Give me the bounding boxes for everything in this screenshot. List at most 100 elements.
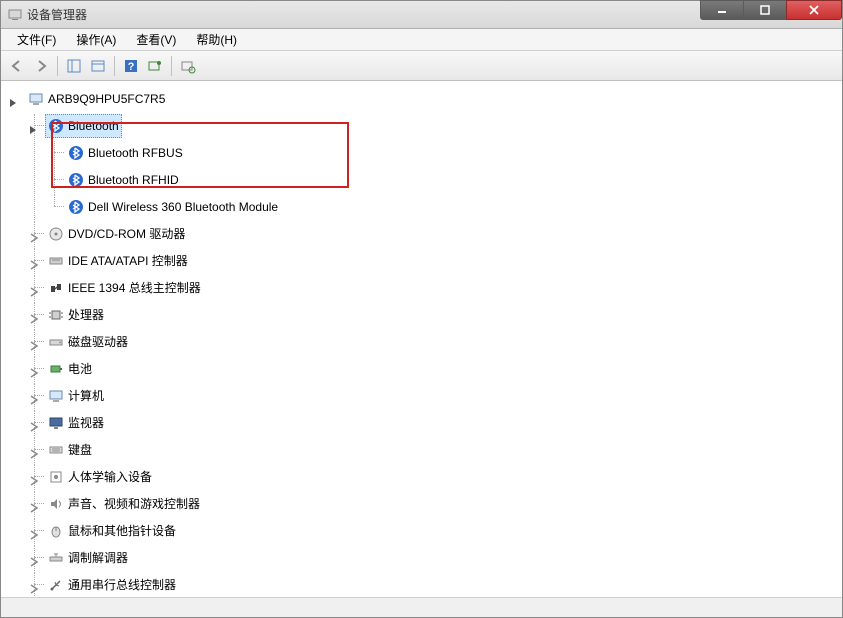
device-tree: ARB9Q9HPU5FC7R5 Bluetooth — [5, 87, 838, 597]
tree-category[interactable]: 调制解调器 — [25, 546, 838, 573]
tree-category[interactable]: 磁盘驱动器 — [25, 330, 838, 357]
forward-button[interactable] — [29, 55, 53, 77]
svg-text:?: ? — [128, 61, 135, 73]
mouse-icon — [48, 523, 64, 539]
tree-node-label: Bluetooth — [68, 115, 119, 137]
expand-icon[interactable] — [29, 228, 39, 238]
tree-node-label: 电池 — [68, 358, 92, 380]
tree-category[interactable]: 人体学输入设备 — [25, 465, 838, 492]
tree-node-label: 处理器 — [68, 304, 104, 326]
expand-icon[interactable] — [29, 552, 39, 562]
toolbar-separator — [57, 56, 58, 76]
sound-icon — [48, 496, 64, 512]
keyboard-icon — [48, 442, 64, 458]
ieee1394-icon — [48, 280, 64, 296]
tree-category[interactable]: 鼠标和其他指针设备 — [25, 519, 838, 546]
tree-node-label: 计算机 — [68, 385, 104, 407]
usb-icon — [48, 577, 64, 593]
tree-node-label: 磁盘驱动器 — [68, 331, 128, 353]
tree-node-label: Bluetooth RFBUS — [88, 142, 183, 164]
modem-icon — [48, 550, 64, 566]
expand-icon[interactable] — [29, 525, 39, 535]
show-hide-tree-button[interactable] — [62, 55, 86, 77]
computer-icon — [28, 91, 44, 107]
close-button[interactable] — [786, 0, 842, 20]
menu-file[interactable]: 文件(F) — [7, 29, 66, 50]
battery-icon — [48, 361, 64, 377]
expand-icon[interactable] — [29, 255, 39, 265]
expand-icon[interactable] — [29, 417, 39, 427]
tree-category-bluetooth[interactable]: Bluetooth Bluetooth RFBUS — [25, 114, 838, 222]
tree-node-label: DVD/CD-ROM 驱动器 — [68, 223, 185, 245]
toolbar-separator — [171, 56, 172, 76]
menubar: 文件(F) 操作(A) 查看(V) 帮助(H) — [1, 29, 842, 51]
tree-device[interactable]: Dell Wireless 360 Bluetooth Module — [45, 195, 838, 222]
tree-root-label: ARB9Q9HPU5FC7R5 — [48, 88, 165, 110]
hid-icon — [48, 469, 64, 485]
menu-action[interactable]: 操作(A) — [66, 29, 126, 50]
device-manager-window: 设备管理器 文件(F) 操作(A) 查看(V) 帮助(H) ? — [0, 0, 843, 618]
tree-node-label: IDE ATA/ATAPI 控制器 — [68, 250, 188, 272]
expand-icon[interactable] — [29, 444, 39, 454]
expand-icon[interactable] — [29, 336, 39, 346]
tree-category[interactable]: IEEE 1394 总线主控制器 — [25, 276, 838, 303]
menu-view[interactable]: 查看(V) — [126, 29, 186, 50]
expand-icon[interactable] — [29, 309, 39, 319]
tree-category[interactable]: 键盘 — [25, 438, 838, 465]
collapse-icon[interactable] — [29, 120, 39, 130]
tree-category[interactable]: 监视器 — [25, 411, 838, 438]
expand-icon[interactable] — [29, 363, 39, 373]
update-driver-button[interactable] — [176, 55, 200, 77]
back-button[interactable] — [5, 55, 29, 77]
disc-icon — [48, 226, 64, 242]
bluetooth-icon — [68, 145, 84, 161]
window-controls — [701, 0, 842, 20]
tree-node-label: IEEE 1394 总线主控制器 — [68, 277, 201, 299]
pc-icon — [48, 388, 64, 404]
bluetooth-icon — [68, 199, 84, 215]
tree-category[interactable]: 计算机 — [25, 384, 838, 411]
expand-icon[interactable] — [29, 579, 39, 589]
tree-root[interactable]: ARB9Q9HPU5FC7R5 Bluetooth — [5, 87, 838, 597]
device-tree-panel[interactable]: ARB9Q9HPU5FC7R5 Bluetooth — [1, 81, 842, 597]
tree-device[interactable]: Bluetooth RFHID — [45, 168, 838, 195]
tree-node-label: 调制解调器 — [68, 547, 128, 569]
expand-icon[interactable] — [29, 471, 39, 481]
bluetooth-icon — [68, 172, 84, 188]
bluetooth-icon — [48, 118, 64, 134]
tree-node-label: 声音、视频和游戏控制器 — [68, 493, 200, 515]
tree-category[interactable]: 声音、视频和游戏控制器 — [25, 492, 838, 519]
tree-device[interactable]: Bluetooth RFBUS — [45, 141, 838, 168]
tree-node-label: Dell Wireless 360 Bluetooth Module — [88, 196, 278, 218]
tree-category[interactable]: IDE ATA/ATAPI 控制器 — [25, 249, 838, 276]
tree-category[interactable]: 电池 — [25, 357, 838, 384]
toolbar: ? — [1, 51, 842, 81]
app-icon — [7, 7, 23, 23]
tree-node-label: 键盘 — [68, 439, 92, 461]
tree-category[interactable]: 通用串行总线控制器 — [25, 573, 838, 597]
tree-category[interactable]: 处理器 — [25, 303, 838, 330]
tree-node-label: 人体学输入设备 — [68, 466, 152, 488]
disk-icon — [48, 334, 64, 350]
scan-hardware-button[interactable] — [143, 55, 167, 77]
tree-node-label: 通用串行总线控制器 — [68, 574, 176, 596]
expand-icon[interactable] — [29, 390, 39, 400]
menu-help[interactable]: 帮助(H) — [186, 29, 247, 50]
titlebar: 设备管理器 — [1, 1, 842, 29]
help-button[interactable]: ? — [119, 55, 143, 77]
minimize-button[interactable] — [700, 0, 744, 20]
ide-icon — [48, 253, 64, 269]
tree-category[interactable]: DVD/CD-ROM 驱动器 — [25, 222, 838, 249]
window-title: 设备管理器 — [27, 6, 87, 23]
maximize-button[interactable] — [743, 0, 787, 20]
statusbar — [1, 597, 842, 617]
cpu-icon — [48, 307, 64, 323]
expand-icon[interactable] — [29, 498, 39, 508]
tree-node-label: 监视器 — [68, 412, 104, 434]
toolbar-separator — [114, 56, 115, 76]
properties-button[interactable] — [86, 55, 110, 77]
expand-icon[interactable] — [29, 282, 39, 292]
collapse-icon[interactable] — [9, 93, 19, 103]
monitor-icon — [48, 415, 64, 431]
tree-node-label: Bluetooth RFHID — [88, 169, 179, 191]
